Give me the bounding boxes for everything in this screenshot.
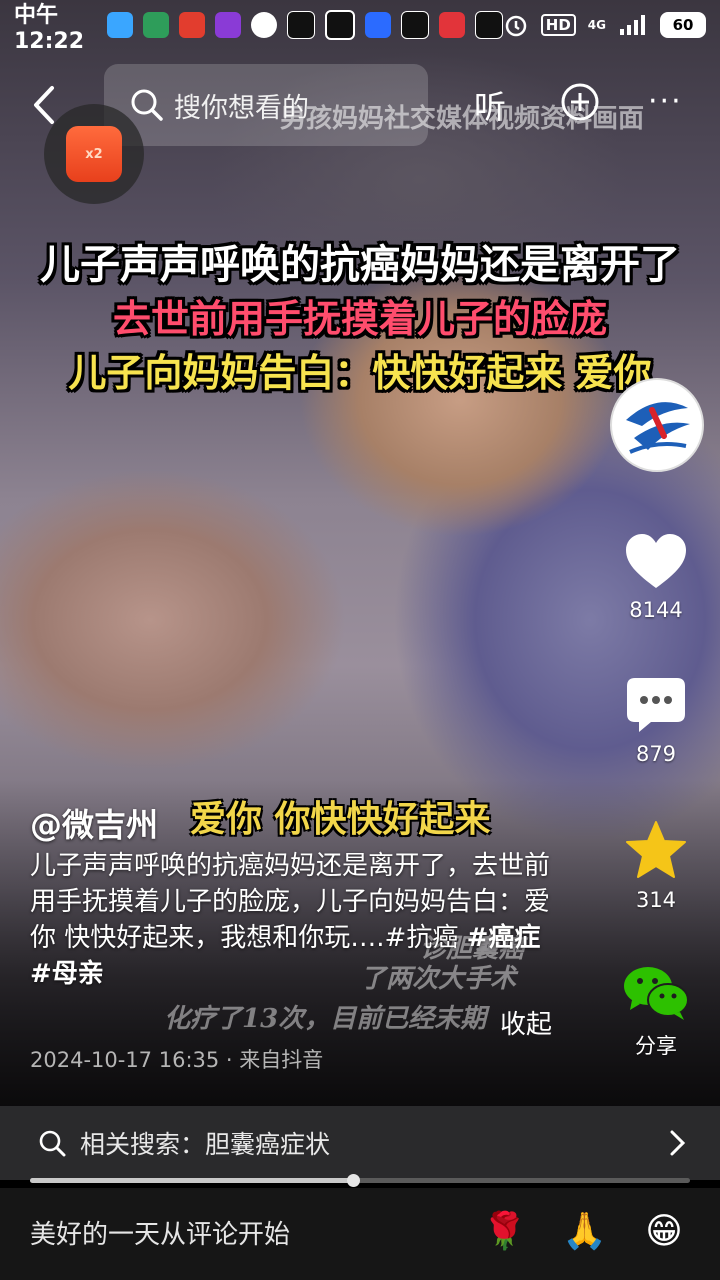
douyin-notification-icon [286,11,315,39]
network-type: 4G [587,18,606,32]
hashtag[interactable]: #癌症 [467,923,541,953]
app-notification-icon [214,12,241,38]
more-button[interactable]: ··· [648,84,683,119]
douyin-notification-icon [400,11,429,39]
notification-icons [106,10,503,40]
status-indicators: HD 4G 60 [503,12,706,38]
related-search-bar[interactable]: 相关搜索：胆囊癌症状 [0,1106,720,1180]
favorite-count: 314 [635,888,677,912]
app-notification-icon [178,12,205,38]
app-notification-icon [364,12,391,38]
related-search-label: 相关搜索：胆囊癌症状 [80,1130,331,1159]
collapse-button[interactable]: 收起 [500,1004,552,1041]
post-meta: 2024-10-17 16:35 · 来自抖音 [30,1048,324,1072]
signal-icon [620,15,645,35]
search-icon [131,89,163,121]
wechat-share-icon [624,967,689,1020]
alarm-icon [505,15,527,37]
battery-indicator: 60 [660,12,706,38]
share-button[interactable]: 分享 [610,964,702,1060]
heart-icon [626,534,686,588]
comment-bar: 美好的一天从评论开始 🌹 🙏 😁 [0,1188,720,1280]
video-progress-handle[interactable] [347,1174,361,1187]
video-subtitle: 化疗了13次，目前已经末期 [164,1004,487,1034]
share-label: 分享 [635,1034,677,1058]
video-caption: 爱你 你快快好起来 [190,798,491,840]
video-headline-3: 儿子向妈妈告白：快快好起来 爱你 [68,350,652,395]
author-name[interactable]: @微吉州 [30,800,158,846]
star-icon [626,821,686,878]
reward-multiplier: x2 [85,146,103,162]
app-notification-icon [142,12,169,38]
chevron-right-icon [670,1130,686,1156]
wechat-notification-icon [250,12,277,38]
status-bar: 中午12:22 HD 4G 60 [0,0,720,54]
comment-icon [627,678,685,732]
pray-emoji-button[interactable]: 🙏 [562,1210,607,1254]
status-time: 中午12:22 [14,2,85,54]
grin-emoji-button[interactable]: 😁 [642,1210,686,1254]
channel-logo-icon [613,381,701,469]
post-description: 儿子声声呼唤的抗癌妈妈还是离开了，去世前用手抚摸着儿子的脸庞，儿子向妈妈告白：爱… [30,848,550,992]
like-button[interactable]: 8144 [610,532,702,622]
app-notification-icon [438,12,465,38]
comment-count: 879 [635,742,677,766]
red-envelope-icon: x2 [66,126,122,182]
favorite-button[interactable]: 314 [610,820,702,912]
video-progress-bar[interactable] [30,1174,690,1187]
video-headline-2: 去世前用手抚摸着儿子的脸庞 [112,296,607,341]
creator-avatar[interactable] [610,378,704,472]
like-count: 8144 [629,598,683,622]
video-progress-fill [30,1178,354,1183]
rose-emoji-button[interactable]: 🌹 [482,1210,527,1254]
reward-badge[interactable]: x2 [44,104,144,204]
search-icon [39,1130,66,1157]
app-notification-icon [324,10,355,40]
hashtag[interactable]: #母亲 [30,959,104,989]
hd-icon: HD [540,14,576,36]
video-headline-1: 儿子声声呼唤的抗癌妈妈还是离开了 [40,241,680,288]
comment-input[interactable]: 美好的一天从评论开始 [30,1214,290,1251]
app-notification-icon [106,12,133,38]
video-watermark: 男孩妈妈社交媒体视频资料画面 [280,104,645,134]
douyin-notification-icon [474,11,503,39]
comment-button[interactable]: 879 [610,676,702,766]
